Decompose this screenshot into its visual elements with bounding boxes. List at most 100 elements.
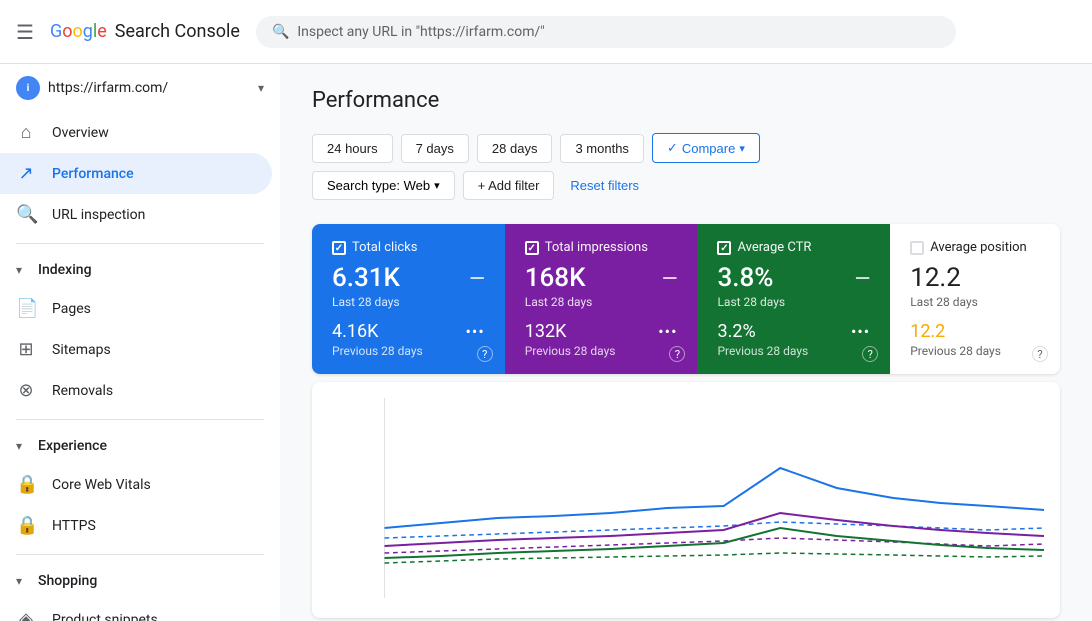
metric-checkbox-ctr[interactable] [717,241,731,255]
metric-prev-value-ctr: 3.2% ••• [717,321,870,342]
nav-divider-2 [16,419,264,420]
inspect-icon: 🔍 [16,204,36,225]
metric-checkbox-position[interactable] [910,241,924,255]
metric-prev-period-impressions: Previous 28 days [525,344,678,358]
metric-header-position: Average position [910,240,1040,255]
metric-prev-value-clicks: 4.16K ••• [332,321,485,342]
metric-dots-ctr[interactable]: ••• [851,322,870,341]
sidebar-item-label: Removals [52,383,113,399]
sidebar-item-product-snippets[interactable]: ◈ Product snippets [0,599,272,621]
experience-section-header[interactable]: ▾ Experience [0,428,280,464]
metric-period-position: Last 28 days [910,295,1040,309]
sidebar-item-label: Product snippets [52,612,158,621]
search-icon: 🔍 [272,24,289,40]
app-layout: ☰ Google Search Console 🔍 Inspect any UR… [0,0,1092,621]
search-type-arrow-icon: ▾ [434,179,440,192]
filter-7d-button[interactable]: 7 days [401,134,469,163]
performance-icon: ↗ [16,163,36,184]
filter-bar: 24 hours 7 days 28 days 3 months ✓ Compa… [312,133,1060,200]
metric-header-clicks: Total clicks [332,240,485,255]
sidebar-item-removals[interactable]: ⊗ Removals [0,370,272,411]
site-url: https://irfarm.com/ [48,80,250,96]
search-bar-placeholder: Inspect any URL in "https://irfarm.com/" [297,24,544,40]
metric-period-ctr: Last 28 days [717,295,870,309]
site-favicon: i [16,76,40,100]
metric-value-impressions: 168K — [525,263,678,293]
metric-prev-text-ctr: 3.2% [717,321,755,342]
pages-icon: 📄 [16,298,36,319]
metric-prev-value-position: 12.2 [910,321,1040,342]
sidebar-item-pages[interactable]: 📄 Pages [0,288,272,329]
sidebar-item-label: Overview [52,125,109,141]
shopping-section-header[interactable]: ▾ Shopping [0,563,280,599]
metric-help-impressions[interactable]: ? [669,346,685,362]
metric-header-impressions: Total impressions [525,240,678,255]
sidebar-item-label: Sitemaps [52,342,111,358]
removals-icon: ⊗ [16,380,36,401]
sidebar-item-overview[interactable]: ⌂ Overview [0,112,272,153]
reset-filters-button[interactable]: Reset filters [562,171,647,200]
metric-cards: Total clicks 6.31K — Last 28 days 4.16K … [312,224,1060,374]
body-layout: i https://irfarm.com/ ▾ ⌂ Overview ↗ Per… [0,64,1092,621]
metric-card-total-clicks: Total clicks 6.31K — Last 28 days 4.16K … [312,224,505,374]
metric-period-impressions: Last 28 days [525,295,678,309]
search-type-button[interactable]: Search type: Web ▾ [312,171,455,200]
nav-divider-3 [16,554,264,555]
sidebar-item-label: Core Web Vitals [52,477,151,493]
metric-value-text-clicks: 6.31K [332,263,400,293]
metric-card-total-impressions: Total impressions 168K — Last 28 days 13… [505,224,698,374]
metric-value-clicks: 6.31K — [332,263,485,293]
chevron-down-icon-2: ▾ [16,439,22,453]
indexing-section-header[interactable]: ▾ Indexing [0,252,280,288]
site-dropdown-arrow[interactable]: ▾ [258,81,264,95]
metric-help-position[interactable]: ? [1032,346,1048,362]
sidebar-item-https[interactable]: 🔒 HTTPS [0,505,272,546]
sidebar-item-performance[interactable]: ↗ Performance [0,153,272,194]
site-selector[interactable]: i https://irfarm.com/ ▾ [0,64,280,112]
metric-dots-clicks[interactable]: ••• [466,322,485,341]
metric-dash-impressions[interactable]: — [662,266,677,290]
filter-24h-button[interactable]: 24 hours [312,134,393,163]
filter-28d-button[interactable]: 28 days [477,134,553,163]
product-name: Search Console [115,21,240,42]
metric-dash-ctr[interactable]: — [855,266,870,290]
metric-label-clicks: Total clicks [352,240,417,255]
home-icon: ⌂ [16,122,36,143]
metric-value-text-impressions: 168K [525,263,586,293]
sidebar-item-url-inspection[interactable]: 🔍 URL inspection [0,194,272,235]
metric-prev-value-impressions: 132K ••• [525,321,678,342]
sidebar-item-sitemaps[interactable]: ⊞ Sitemaps [0,329,272,370]
metric-prev-text-clicks: 4.16K [332,321,378,342]
sidebar-item-core-web-vitals[interactable]: 🔒 Core Web Vitals [0,464,272,505]
compare-check-icon: ✓ [667,140,678,156]
metric-checkbox-impressions[interactable] [525,241,539,255]
metric-dash-clicks[interactable]: — [469,266,484,290]
main-content: Performance 24 hours 7 days 28 days 3 mo… [280,64,1092,621]
metric-prev-text-impressions: 132K [525,321,567,342]
sidebar-item-label: HTTPS [52,518,96,534]
metric-prev-text-position: 12.2 [910,321,945,342]
core-web-vitals-icon: 🔒 [16,474,36,495]
sitemaps-icon: ⊞ [16,339,36,360]
metric-card-average-position: Average position 12.2 Last 28 days 12.2 … [890,224,1060,374]
chevron-down-icon: ▾ [16,263,22,277]
sidebar-item-label: Performance [52,166,134,182]
hamburger-icon[interactable]: ☰ [16,20,34,44]
filter-3m-button[interactable]: 3 months [560,134,643,163]
topbar-logo: Google Search Console [50,21,240,42]
google-logo: Google [50,21,107,42]
metric-value-ctr: 3.8% — [717,263,870,293]
metric-prev-period-clicks: Previous 28 days [332,344,485,358]
add-filter-button[interactable]: + Add filter [463,171,555,200]
metric-dots-impressions[interactable]: ••• [658,322,677,341]
url-search-bar[interactable]: 🔍 Inspect any URL in "https://irfarm.com… [256,16,956,48]
metric-help-clicks[interactable]: ? [477,346,493,362]
metric-checkbox-clicks[interactable] [332,241,346,255]
compare-label: Compare [682,141,735,156]
metric-help-ctr[interactable]: ? [862,346,878,362]
https-icon: 🔒 [16,515,36,536]
metric-label-impressions: Total impressions [545,240,648,255]
metric-prev-period-position: Previous 28 days [910,344,1040,358]
compare-button[interactable]: ✓ Compare ▾ [652,133,760,163]
performance-chart [328,398,1044,598]
